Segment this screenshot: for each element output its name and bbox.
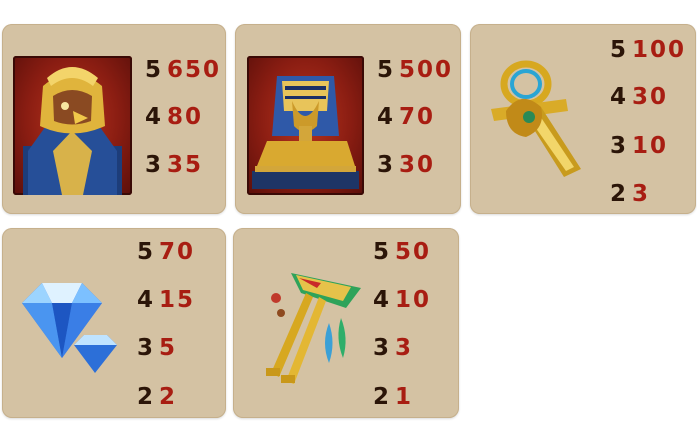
paytable-card-key: 5 50 4 10 33 21	[233, 228, 459, 418]
sphinx-icon	[247, 56, 364, 195]
pay-row: 5 650	[145, 57, 222, 83]
paytable-card-sphinx: 5 500 4 70 3 30	[235, 24, 461, 214]
pay-row: 5 50	[373, 239, 432, 265]
paytable-card-ankh: 5 100 4 30 3 10 23	[470, 24, 696, 214]
pay-row: 5 500	[377, 57, 454, 83]
pay-row: 3 10	[610, 133, 669, 159]
paytable-key-pays: 5 50 4 10 33 21	[373, 240, 459, 410]
pay-row: 4 80	[145, 104, 204, 130]
pay-row: 4 10	[373, 287, 432, 313]
paytable-card-horus: 5 650 4 80 3 35	[2, 24, 226, 214]
pay-row: 33	[373, 335, 414, 361]
pay-row: 5 70	[137, 239, 196, 265]
pay-row: 4 15	[137, 287, 196, 313]
paytable-horus-pays: 5 650 4 80 3 35	[145, 58, 225, 208]
pay-row: 3 30	[377, 152, 436, 178]
ankh-icon	[486, 59, 590, 179]
pay-row: 4 70	[377, 104, 436, 130]
horus-icon	[13, 56, 132, 195]
key-icon	[251, 263, 369, 388]
pay-row: 23	[610, 181, 651, 207]
paytable-card-diamond: 5 70 4 15 35 22	[2, 228, 226, 418]
pay-row: 35	[137, 335, 178, 361]
pay-row: 3 35	[145, 152, 204, 178]
pay-row: 21	[373, 384, 414, 410]
paytable-ankh-pays: 5 100 4 30 3 10 23	[610, 38, 696, 208]
paytable-sphinx-pays: 5 500 4 70 3 30	[377, 58, 461, 208]
paytable-diamond-pays: 5 70 4 15 35 22	[137, 240, 223, 410]
pay-row: 5 100	[610, 37, 687, 63]
diamond-icon	[12, 273, 122, 378]
pay-row: 4 30	[610, 84, 669, 110]
pay-row: 22	[137, 384, 178, 410]
